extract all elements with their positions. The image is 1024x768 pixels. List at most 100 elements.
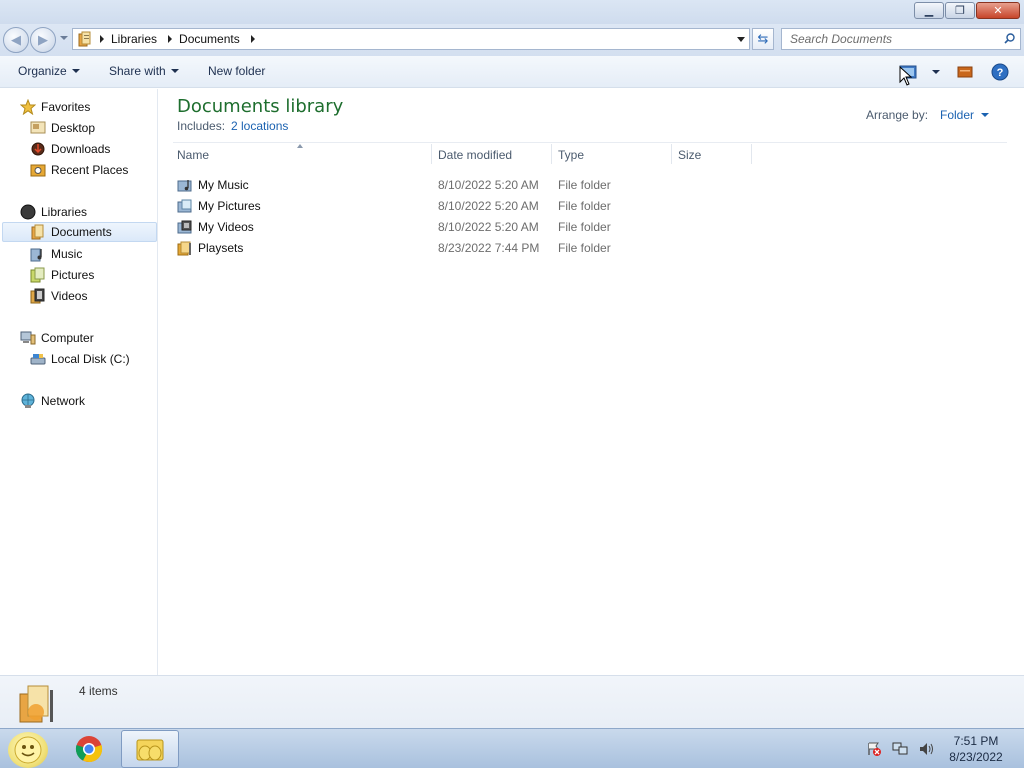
minimize-button[interactable]: ▁ xyxy=(914,2,944,19)
column-divider[interactable] xyxy=(551,144,552,164)
breadcrumb-separator[interactable] xyxy=(250,35,255,43)
nav-favorites[interactable]: Favorites xyxy=(20,97,90,117)
address-history-dropdown[interactable] xyxy=(737,37,745,42)
new-folder-label: New folder xyxy=(208,64,266,78)
nav-pictures[interactable]: Pictures xyxy=(30,265,94,285)
nav-downloads-label: Downloads xyxy=(51,142,111,156)
view-options-dropdown[interactable] xyxy=(932,70,940,74)
arrange-by-label: Arrange by: xyxy=(866,108,929,122)
title-bar: ▁ ❐ ✕ xyxy=(0,0,1024,24)
preview-pane-button[interactable] xyxy=(956,63,974,81)
search-icon[interactable] xyxy=(1004,33,1015,44)
header-divider xyxy=(173,142,1007,143)
library-title: Documents library xyxy=(177,96,344,117)
back-arrow-icon: ◀ xyxy=(11,32,21,47)
chevron-down-icon xyxy=(71,69,80,73)
organize-label: Organize xyxy=(18,64,67,78)
nav-computer-label: Computer xyxy=(41,331,94,345)
nav-documents-label: Documents xyxy=(51,225,112,239)
nav-desktop[interactable]: Desktop xyxy=(30,118,95,138)
computer-icon xyxy=(20,330,36,346)
nav-computer[interactable]: Computer xyxy=(20,328,94,348)
file-name: Playsets xyxy=(198,241,244,255)
file-list-pane: Documents library Includes: 2 locations … xyxy=(159,89,1024,675)
back-button[interactable]: ◀ xyxy=(3,27,29,53)
breadcrumb-separator[interactable] xyxy=(100,35,104,43)
start-orb-icon xyxy=(14,736,42,764)
documents-library-icon xyxy=(30,224,46,240)
clock-date: 8/23/2022 xyxy=(949,750,1003,764)
column-header-type[interactable]: Type xyxy=(558,148,584,162)
nav-libraries[interactable]: Libraries xyxy=(20,202,87,222)
file-row-my-pictures[interactable]: My Pictures 8/10/2022 5:20 AM File folde… xyxy=(177,196,1007,216)
share-with-label: Share with xyxy=(109,64,166,78)
column-header-name[interactable]: Name xyxy=(177,148,209,162)
nav-music[interactable]: Music xyxy=(30,244,82,264)
taskbar-file-explorer[interactable] xyxy=(121,730,179,768)
music-library-icon xyxy=(30,246,46,262)
organize-button[interactable]: Organize xyxy=(18,64,80,78)
file-row-playsets[interactable]: Playsets 8/23/2022 7:44 PM File folder xyxy=(177,238,1007,258)
nav-recent-places-label: Recent Places xyxy=(51,163,129,177)
nav-downloads[interactable]: Downloads xyxy=(30,139,110,159)
action-center-icon[interactable] xyxy=(866,741,882,757)
mouse-cursor-icon xyxy=(899,66,913,86)
arrange-by-dropdown[interactable]: Folder xyxy=(940,108,990,122)
nav-videos-label: Videos xyxy=(51,289,88,303)
forward-arrow-icon: ▶ xyxy=(38,32,48,47)
navigation-pane: Favorites Desktop Downloads Recent Place… xyxy=(0,89,158,675)
arrange-by-value: Folder xyxy=(940,108,975,122)
file-name: My Music xyxy=(198,178,249,192)
breadcrumb-separator[interactable] xyxy=(168,35,173,43)
volume-icon[interactable] xyxy=(918,741,934,757)
search-box[interactable] xyxy=(781,28,1021,50)
column-header-size[interactable]: Size xyxy=(678,148,701,162)
refresh-button[interactable]: ⇆ xyxy=(752,28,774,50)
search-input[interactable] xyxy=(790,32,990,46)
clock-time: 7:51 PM xyxy=(953,734,999,748)
column-divider[interactable] xyxy=(431,144,432,164)
file-name: My Pictures xyxy=(198,199,261,213)
column-divider[interactable] xyxy=(751,144,752,164)
help-button[interactable]: ? xyxy=(991,63,1009,81)
column-divider[interactable] xyxy=(671,144,672,164)
share-with-button[interactable]: Share with xyxy=(109,64,179,78)
nav-music-label: Music xyxy=(51,247,83,261)
start-button[interactable] xyxy=(8,732,48,768)
taskbar-chrome[interactable] xyxy=(60,730,118,768)
local-disk-icon xyxy=(30,351,46,367)
nav-videos[interactable]: Videos xyxy=(30,286,87,306)
help-icon: ? xyxy=(991,63,1009,81)
pictures-folder-icon xyxy=(177,199,192,213)
library-locations-link[interactable]: 2 locations xyxy=(231,119,288,133)
downloads-icon xyxy=(30,141,46,157)
file-date-modified: 8/10/2022 5:20 AM xyxy=(438,220,539,234)
recent-places-icon xyxy=(30,162,46,178)
system-clock[interactable]: 7:51 PM 8/23/2022 xyxy=(940,733,1012,765)
pictures-library-icon xyxy=(30,267,46,283)
new-folder-button[interactable]: New folder xyxy=(208,64,265,78)
column-header-date-modified[interactable]: Date modified xyxy=(438,148,512,162)
network-status-icon[interactable] xyxy=(892,741,908,757)
nav-recent-places[interactable]: Recent Places xyxy=(30,160,128,180)
restore-button[interactable]: ❐ xyxy=(945,2,975,19)
nav-documents[interactable]: Documents xyxy=(2,222,157,242)
refresh-icon: ⇆ xyxy=(757,31,769,46)
address-bar[interactable]: Libraries Documents xyxy=(72,28,750,50)
nav-network[interactable]: Network xyxy=(20,391,85,411)
file-type: File folder xyxy=(558,241,611,255)
minimize-icon: ▁ xyxy=(924,5,934,17)
address-row: ◀ ▶ Libraries Documents ⇆ xyxy=(0,24,1024,56)
file-row-my-music[interactable]: My Music 8/10/2022 5:20 AM File folder xyxy=(177,175,1007,195)
nav-local-disk[interactable]: Local Disk (C:) xyxy=(30,349,130,369)
breadcrumb-libraries[interactable]: Libraries xyxy=(111,29,161,49)
forward-button[interactable]: ▶ xyxy=(30,27,56,53)
file-row-my-videos[interactable]: My Videos 8/10/2022 5:20 AM File folder xyxy=(177,217,1007,237)
sort-ascending-icon xyxy=(297,144,303,148)
recent-pages-dropdown[interactable] xyxy=(60,36,68,40)
videos-folder-icon xyxy=(177,220,192,234)
folder-icon xyxy=(177,241,191,256)
close-button[interactable]: ✕ xyxy=(976,2,1020,19)
file-type: File folder xyxy=(558,199,611,213)
breadcrumb-documents[interactable]: Documents xyxy=(179,29,244,49)
